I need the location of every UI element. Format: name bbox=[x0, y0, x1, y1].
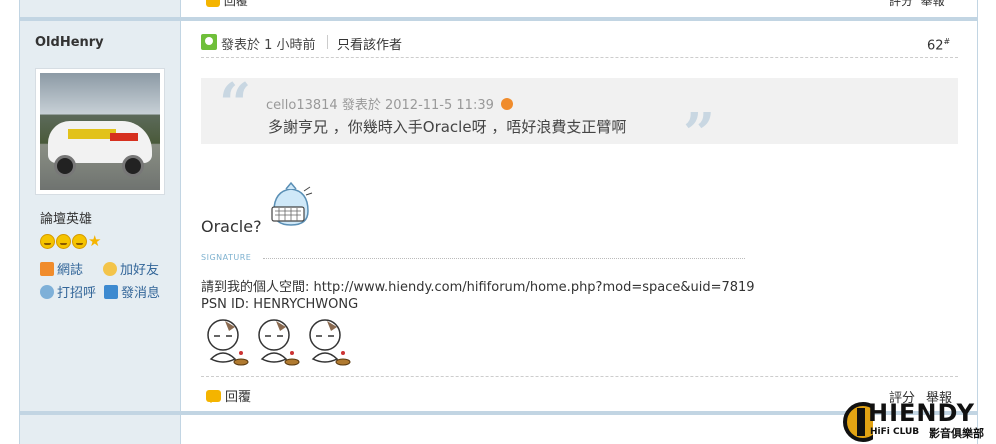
jump-to-quote-icon[interactable] bbox=[501, 98, 513, 110]
post-separator-top bbox=[20, 17, 977, 21]
previous-report-link[interactable]: 舉報 bbox=[921, 0, 945, 8]
signature-label: SIGNATURE bbox=[201, 253, 252, 262]
logo-chinese: 影音俱樂部 bbox=[929, 427, 984, 440]
logo-title: HIENDY bbox=[868, 399, 976, 427]
sidebar-divider bbox=[180, 0, 181, 444]
previous-rate-link[interactable]: 評分 bbox=[889, 0, 913, 8]
quote-header: cello13814 發表於 2012-11-5 11:39 bbox=[266, 94, 513, 113]
envelope-icon bbox=[104, 284, 118, 299]
blog-link-label: 網誌 bbox=[57, 263, 84, 278]
greet-label: 打招呼 bbox=[57, 286, 97, 301]
post-header-divider bbox=[201, 57, 958, 58]
open-quote-icon: “ bbox=[219, 71, 252, 137]
car-wheel bbox=[122, 155, 144, 177]
meditating-emoticon-icon bbox=[258, 319, 300, 366]
post-content: Oracle? bbox=[201, 217, 262, 236]
signature-emoticons bbox=[203, 317, 351, 367]
online-status-icon bbox=[201, 34, 217, 50]
meditating-emoticon-icon bbox=[309, 319, 351, 366]
frame-border-right bbox=[977, 0, 978, 444]
home-icon bbox=[40, 261, 54, 276]
car-stripe bbox=[68, 129, 116, 139]
frame-border-left bbox=[19, 0, 20, 444]
blog-link[interactable]: 網誌 bbox=[40, 259, 83, 278]
add-friend-label: 加好友 bbox=[120, 263, 160, 278]
only-author-link[interactable]: 只看該作者 bbox=[337, 34, 402, 53]
previous-reply-button[interactable]: 回覆 bbox=[206, 0, 248, 9]
post-timestamp: 發表於 1 小時前 bbox=[221, 38, 316, 53]
previous-post-links: 評分 舉報 bbox=[889, 0, 945, 9]
reply-button[interactable]: 回覆 bbox=[206, 386, 251, 405]
star-icon: ★ bbox=[88, 232, 102, 250]
reply-icon bbox=[206, 389, 221, 403]
send-message-label: 發消息 bbox=[121, 286, 161, 301]
signature-psn-id: PSN ID: HENRYCHWONG bbox=[201, 297, 359, 312]
car-wheel bbox=[54, 155, 76, 177]
author-rank: 論壇英雄 bbox=[40, 212, 93, 227]
logo-subtitle: HiFi CLUB bbox=[870, 427, 920, 437]
car-stripe-red bbox=[110, 133, 138, 141]
greet-link[interactable]: 打招呼 bbox=[40, 282, 96, 301]
signature-divider bbox=[263, 258, 745, 259]
add-friend-link[interactable]: 加好友 bbox=[103, 259, 159, 278]
handshake-icon bbox=[103, 261, 117, 276]
previous-reply-label: 回覆 bbox=[223, 0, 248, 8]
post-separator-bottom bbox=[20, 411, 977, 415]
sun-medal-icon bbox=[40, 234, 55, 249]
typing-emoticon-icon bbox=[271, 181, 313, 226]
reply-icon bbox=[206, 0, 220, 7]
avatar[interactable] bbox=[35, 68, 165, 195]
quote-author: cello13814 bbox=[266, 98, 338, 113]
meditating-emoticon-icon bbox=[207, 319, 249, 366]
rank-stars: ★ bbox=[40, 234, 101, 249]
floor-number: 62 bbox=[927, 38, 944, 54]
reply-label: 回覆 bbox=[225, 390, 252, 405]
send-message-link[interactable]: 發消息 bbox=[104, 282, 160, 301]
post-footer-divider bbox=[201, 376, 958, 377]
signature-space-link[interactable]: 請到我的個人空間: http://www.hiendy.com/hififoru… bbox=[201, 276, 755, 295]
author-name[interactable]: OldHenry bbox=[35, 35, 104, 50]
sun-medal-icon bbox=[72, 234, 87, 249]
quote-block: “ cello13814 發表於 2012-11-5 11:39 多謝亨兄 ，你… bbox=[201, 71, 958, 162]
close-quote-icon: ” bbox=[683, 101, 716, 167]
quote-posted-label: 發表於 bbox=[341, 98, 381, 113]
avatar-image bbox=[40, 73, 160, 190]
meta-separator bbox=[327, 35, 328, 49]
sun-medal-icon bbox=[56, 234, 71, 249]
floor-mark: # bbox=[943, 37, 951, 46]
post-floor-number[interactable]: 62# bbox=[927, 37, 950, 53]
user-wave-icon bbox=[40, 284, 54, 299]
quote-text: 多謝亨兄 ，你幾時入手Oracle呀 ，唔好浪費支正臂啊 bbox=[268, 118, 627, 136]
quote-date: 2012-11-5 11:39 bbox=[384, 98, 494, 113]
